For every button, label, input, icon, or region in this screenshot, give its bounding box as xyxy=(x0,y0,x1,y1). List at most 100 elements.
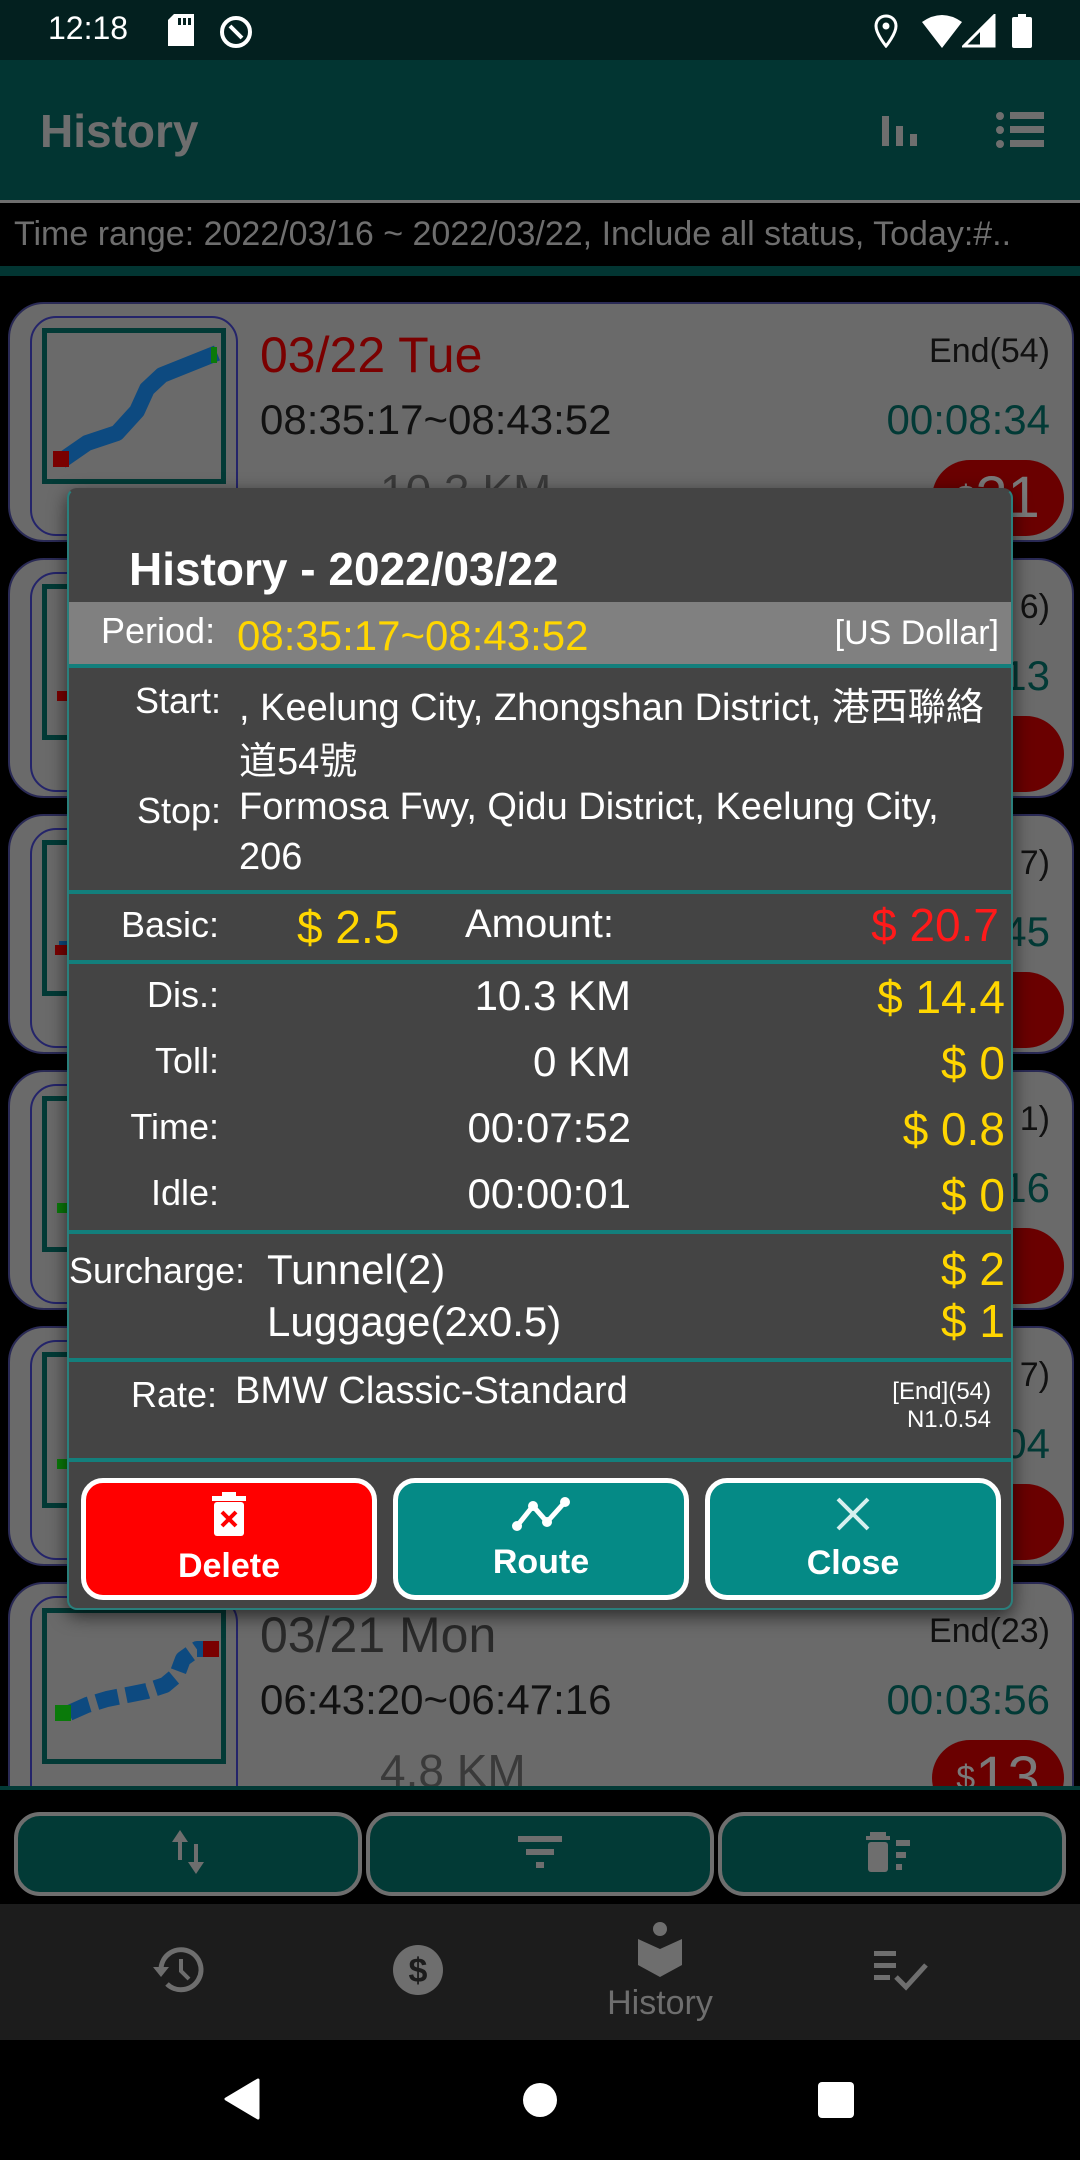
trip-duration: 00:03:56 xyxy=(886,1676,1051,1723)
checklist-icon xyxy=(874,1949,930,1996)
history-clock-icon xyxy=(151,1945,205,2000)
trip-status: End(54) xyxy=(929,332,1050,370)
divider xyxy=(69,1458,1011,1462)
reader-icon xyxy=(636,1921,684,1982)
distance-label: Dis.: xyxy=(147,974,219,1015)
nav-item-history[interactable]: History xyxy=(540,1904,780,2040)
divider xyxy=(69,1358,1011,1362)
toll-fare: $ 0 xyxy=(941,1037,1005,1089)
delete-label: Delete xyxy=(177,1547,281,1585)
idle-label: Idle: xyxy=(150,1172,219,1213)
data-saver-icon xyxy=(218,14,254,55)
battery-icon xyxy=(1012,14,1032,53)
divider xyxy=(69,1230,1011,1234)
surcharge-fare: $ 1 xyxy=(941,1295,1005,1347)
sort-button[interactable] xyxy=(14,1812,362,1896)
trip-distance: 4.8 KM xyxy=(380,1745,526,1786)
delete-list-icon xyxy=(866,1830,918,1879)
recents-icon[interactable] xyxy=(818,2082,854,2123)
start-address-line2: 道54號 xyxy=(239,741,358,783)
toll-label: Toll: xyxy=(154,1040,219,1081)
nav-item-tasks[interactable] xyxy=(782,1904,1022,2040)
trip-duration: 00:08:34 xyxy=(886,396,1051,443)
cell-signal-icon xyxy=(960,12,996,53)
location-icon xyxy=(874,14,898,53)
bar-chart-icon[interactable] xyxy=(880,110,920,155)
trip-time-range: 06:43:20~06:47:16 xyxy=(260,1676,612,1723)
basic-fare: $ 2.5 xyxy=(297,901,400,953)
wifi-icon xyxy=(922,14,962,53)
status-time: 12:18 xyxy=(48,10,129,46)
bottom-nav: $ History xyxy=(0,1904,1080,2040)
divider xyxy=(69,890,1011,894)
filter-summary-text: Time range: 2022/03/16 ~ 2022/03/22, Inc… xyxy=(14,215,1012,253)
close-button[interactable]: Close xyxy=(705,1478,1001,1600)
trip-time-range: 08:35:17~08:43:52 xyxy=(260,396,612,443)
app-bar: History xyxy=(0,60,1080,200)
toll-value: 0 KM xyxy=(532,1038,631,1085)
divider xyxy=(0,266,1080,276)
period-value: 08:35:17~08:43:52 xyxy=(237,612,589,659)
svg-text:$: $ xyxy=(409,1952,428,1990)
surcharge-label: Surcharge: xyxy=(69,1250,246,1291)
period-bar: Period: 08:35:17~08:43:52 [US Dollar] xyxy=(69,602,1011,664)
back-icon[interactable] xyxy=(224,2078,260,2125)
time-fare: $ 0.8 xyxy=(902,1103,1005,1155)
trip-status: 7) xyxy=(1019,1356,1050,1394)
route-button[interactable]: Route xyxy=(393,1478,689,1600)
trip-status: End(23) xyxy=(929,1612,1050,1650)
amount-label: Amount: xyxy=(465,902,614,946)
time-value: 00:07:52 xyxy=(467,1104,632,1151)
nav-item-recent[interactable] xyxy=(58,1904,298,2040)
status-bar: 12:18 xyxy=(0,0,1080,60)
route-thumbnail xyxy=(42,1608,226,1764)
rate-version: N1.0.54 xyxy=(906,1406,991,1433)
sort-icon xyxy=(168,1828,208,1881)
time-label: Time: xyxy=(130,1106,219,1147)
currency-label: [US Dollar] xyxy=(834,614,999,652)
trip-status: 1) xyxy=(1019,1100,1050,1138)
filter-button[interactable] xyxy=(366,1812,714,1896)
idle-fare: $ 0 xyxy=(941,1169,1005,1221)
stop-label: Stop: xyxy=(136,790,221,831)
list-menu-icon[interactable] xyxy=(996,110,1044,155)
trash-icon xyxy=(212,1492,246,1541)
list-toolbar xyxy=(0,1786,1080,1904)
basic-label: Basic: xyxy=(120,904,219,945)
trip-status: 7) xyxy=(1019,844,1050,882)
rate-label: Rate: xyxy=(130,1374,217,1415)
page-title: History xyxy=(40,105,199,157)
list-item[interactable]: 03/21 Mon End(23) 06:43:20~06:47:16 00:0… xyxy=(8,1582,1074,1786)
divider xyxy=(69,960,1011,964)
sd-card-icon xyxy=(168,14,194,51)
filter-summary-bar[interactable]: Time range: 2022/03/16 ~ 2022/03/22, Inc… xyxy=(0,200,1080,266)
start-label: Start: xyxy=(134,680,221,721)
trip-status: 6) xyxy=(1019,588,1050,626)
home-icon[interactable] xyxy=(522,2082,558,2123)
rate-value: BMW Classic-Standard xyxy=(235,1370,628,1412)
start-address-line1: , Keelung City, Zhongshan District, 港西聯絡 xyxy=(239,687,984,729)
surcharge-fare: $ 2 xyxy=(941,1243,1005,1295)
divider xyxy=(69,664,1011,668)
close-icon xyxy=(834,1495,872,1538)
system-nav-bar xyxy=(0,2040,1080,2160)
route-icon xyxy=(511,1496,571,1537)
route-thumbnail xyxy=(42,328,226,484)
nav-label-history: History xyxy=(607,1984,713,2022)
idle-value: 00:00:01 xyxy=(467,1170,632,1217)
delete-list-button[interactable] xyxy=(718,1812,1066,1896)
history-detail-dialog: History - 2022/03/22 Period: 08:35:17~08… xyxy=(67,488,1013,1610)
trip-date: 03/21 Mon xyxy=(260,1607,497,1663)
route-label: Route xyxy=(492,1543,590,1581)
stop-address-line1: Formosa Fwy, Qidu District, Keelung City… xyxy=(239,786,939,828)
surcharge-item: Tunnel(2) xyxy=(267,1246,446,1293)
trip-date: 03/22 Tue xyxy=(260,327,483,383)
delete-button[interactable]: Delete xyxy=(81,1478,377,1600)
distance-fare: $ 14.4 xyxy=(877,971,1005,1023)
period-label: Period: xyxy=(101,610,216,651)
nav-item-fare[interactable]: $ xyxy=(298,1904,538,2040)
fare-badge: $13 xyxy=(932,1740,1064,1786)
dialog-title: History - 2022/03/22 xyxy=(129,543,559,595)
surcharge-item: Luggage(2x0.5) xyxy=(267,1298,562,1345)
total-amount: $ 20.7 xyxy=(871,899,999,951)
